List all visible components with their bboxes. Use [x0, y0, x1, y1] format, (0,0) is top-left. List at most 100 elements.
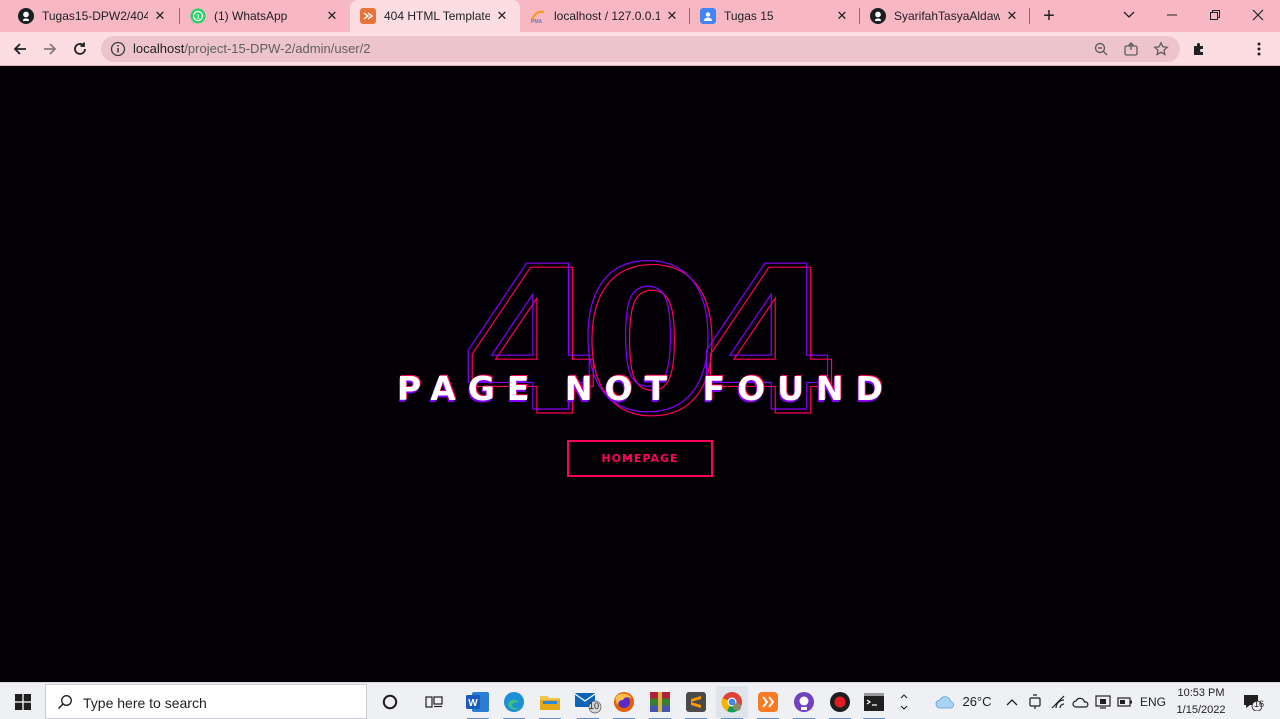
- tab-separator: [1029, 8, 1030, 24]
- chevron-up-down-icon: [900, 693, 908, 710]
- meet-now-button[interactable]: [1026, 683, 1044, 719]
- weather-widget[interactable]: [932, 683, 960, 719]
- close-tab-icon[interactable]: ✕: [1004, 8, 1020, 24]
- info-icon[interactable]: [110, 41, 126, 57]
- restore-icon: [1210, 10, 1220, 20]
- more-vert-icon: [1257, 42, 1261, 56]
- taskbar-app-chrome[interactable]: [716, 686, 748, 719]
- taskbar-app-winrar[interactable]: [644, 686, 676, 719]
- taskbar-app-mail[interactable]: 10: [572, 686, 604, 719]
- taskbar-app-firefox[interactable]: [608, 686, 640, 719]
- task-view-icon: [425, 696, 443, 708]
- onedrive-cloud-icon: [1072, 697, 1089, 708]
- tab-tugas15-github[interactable]: Tugas15-DPW2/404.bl ✕: [8, 0, 178, 32]
- weather-temperature[interactable]: 26°C: [960, 683, 994, 719]
- word-icon: W: [466, 692, 489, 712]
- svg-text:PMA: PMA: [531, 19, 543, 24]
- tab-tugas15[interactable]: Tugas 15 ✕: [690, 0, 860, 32]
- close-tab-icon[interactable]: ✕: [664, 8, 680, 24]
- close-tab-icon[interactable]: ✕: [324, 8, 340, 24]
- clock-date: 1/15/2022: [1176, 704, 1226, 716]
- whatsapp-icon: 1: [190, 8, 206, 24]
- taskbar-app-word[interactable]: W: [462, 686, 494, 719]
- hidden-icons-button[interactable]: [897, 683, 911, 719]
- bookmark-star-icon[interactable]: [1153, 41, 1169, 57]
- onedrive-button[interactable]: [1070, 683, 1092, 719]
- tab-phpmyadmin[interactable]: PMA localhost / 127.0.0.1 / ✕: [520, 0, 690, 32]
- svg-text:W: W: [468, 698, 478, 709]
- search-placeholder: Type here to search: [83, 695, 207, 711]
- github-icon: [870, 8, 886, 24]
- tab-strip: Tugas15-DPW2/404.bl ✕ 1 (1) WhatsApp ✕ 4…: [0, 0, 1280, 32]
- terminal-icon: [864, 693, 884, 711]
- xampp-icon: [758, 692, 778, 712]
- svg-text:1: 1: [196, 14, 200, 21]
- new-tab-button[interactable]: +: [1038, 4, 1060, 28]
- restore-button[interactable]: [1193, 0, 1237, 30]
- taskbar-clock[interactable]: 10:53 PM 1/15/2022: [1170, 685, 1232, 719]
- zoom-icon[interactable]: [1093, 41, 1109, 57]
- battery-button[interactable]: [1114, 683, 1136, 719]
- address-bar[interactable]: localhost/project-15-DPW-2/admin/user/2: [101, 36, 1180, 62]
- phpmyadmin-icon: PMA: [530, 8, 546, 24]
- firefox-icon: [614, 692, 634, 712]
- edge-icon: [504, 692, 524, 712]
- extensions-button[interactable]: [1190, 40, 1208, 58]
- cortana-icon: [382, 694, 398, 710]
- minimize-button[interactable]: [1150, 0, 1194, 30]
- windows-taskbar: Type here to search W 10 26°C ENG 10:53 …: [0, 682, 1280, 719]
- chrome-icon: [721, 692, 742, 713]
- puzzle-icon: [1194, 43, 1203, 55]
- close-tab-icon[interactable]: ✕: [834, 8, 850, 24]
- taskbar-app-recorder[interactable]: [824, 686, 856, 719]
- page-not-found-heading: PAGE NOT FOUND: [397, 369, 895, 408]
- taskbar-app-file-explorer[interactable]: [534, 686, 566, 719]
- close-tab-icon[interactable]: ✕: [152, 8, 168, 24]
- taskbar-app-xampp[interactable]: [752, 686, 784, 719]
- notfound-container: 404 404 PAGE NOT FOUND HOMEPAGE: [0, 67, 1280, 682]
- url-text[interactable]: localhost/project-15-DPW-2/admin/user/2: [133, 41, 370, 56]
- arrow-right-icon: [44, 43, 57, 55]
- taskbar-app-github-desktop[interactable]: [788, 686, 820, 719]
- mail-badge: 10: [589, 701, 600, 711]
- close-window-button[interactable]: [1236, 0, 1280, 30]
- homepage-button[interactable]: HOMEPAGE: [567, 440, 713, 477]
- menu-button[interactable]: [1250, 40, 1268, 58]
- taskbar-app-sublime[interactable]: [680, 686, 712, 719]
- taskbar-search-box[interactable]: Type here to search: [45, 684, 367, 719]
- share-icon[interactable]: [1123, 41, 1139, 57]
- record-icon: [830, 692, 850, 712]
- start-button[interactable]: [0, 683, 45, 719]
- back-button[interactable]: [6, 35, 34, 63]
- display-button[interactable]: [1092, 683, 1114, 719]
- notification-count: 16: [1254, 699, 1265, 709]
- contacts-icon: [700, 8, 716, 24]
- clock-time: 10:53 PM: [1177, 687, 1225, 699]
- tab-title: localhost / 127.0.0.1 /: [554, 9, 660, 23]
- tab-whatsapp[interactable]: 1 (1) WhatsApp ✕: [180, 0, 350, 32]
- github-icon: [18, 8, 34, 24]
- tab-404-template[interactable]: 404 HTML Template b ✕: [350, 0, 520, 32]
- close-tab-icon[interactable]: ✕: [494, 8, 510, 24]
- chevron-up-icon: [1006, 698, 1018, 705]
- cortana-button[interactable]: [374, 686, 406, 718]
- tab-title: 404 HTML Template b: [384, 9, 490, 23]
- tray-overflow-button[interactable]: [1004, 683, 1020, 719]
- taskbar-app-edge[interactable]: [498, 686, 530, 719]
- browser-toolbar: localhost/project-15-DPW-2/admin/user/2: [0, 32, 1280, 91]
- tab-search-button[interactable]: [1107, 0, 1151, 30]
- language-indicator[interactable]: ENG: [1138, 683, 1168, 719]
- taskbar-app-terminal[interactable]: [858, 686, 890, 719]
- big-404-text: 404: [459, 224, 827, 457]
- notification-center-button[interactable]: 16: [1238, 683, 1266, 719]
- reload-icon: [74, 42, 86, 55]
- github-desktop-icon: [794, 692, 814, 712]
- arrow-left-icon: [13, 43, 26, 55]
- template-icon: [360, 8, 376, 24]
- forward-button[interactable]: [36, 35, 64, 63]
- cloud-weather-icon: [935, 695, 954, 708]
- network-button[interactable]: [1048, 683, 1070, 719]
- task-view-button[interactable]: [418, 686, 450, 718]
- reload-button[interactable]: [66, 35, 94, 63]
- tab-syarifah-github[interactable]: SyarifahTasyaAldawiya ✕: [860, 0, 1030, 32]
